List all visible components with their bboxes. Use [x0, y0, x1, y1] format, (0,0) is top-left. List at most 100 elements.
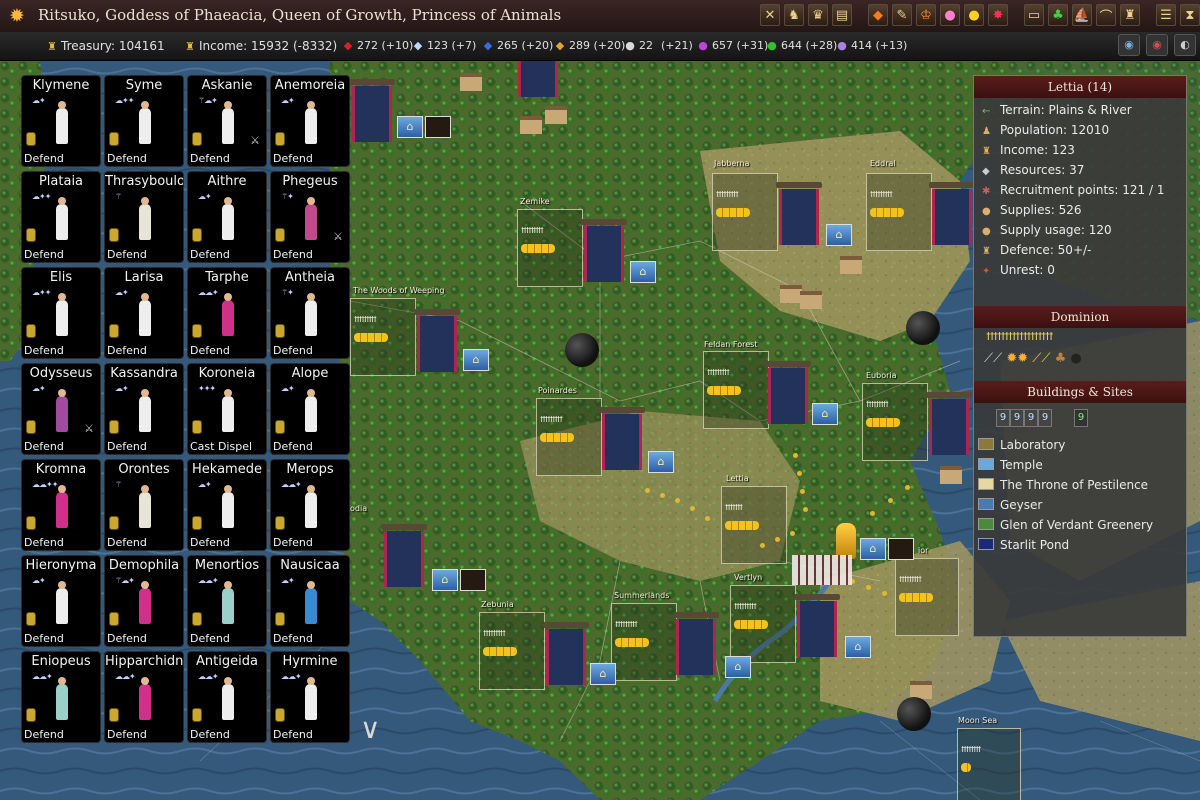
commander-portrait	[56, 677, 68, 720]
commander-card[interactable]: Hyrmine ☁☁✦ Defend	[270, 651, 350, 743]
clover-icon[interactable]: ♣	[1048, 4, 1068, 26]
commander-card[interactable]: Thrasyboulo ⚚ Defend	[104, 171, 184, 263]
commander-card[interactable]: Anemoreia ☁✦ Defend	[270, 75, 350, 167]
fort-banner[interactable]	[414, 309, 460, 372]
army-zebunia[interactable]: ꝉꝉꝉꝉꝉꝉꝉꝉꝉ	[479, 612, 545, 690]
defence-stat: ♜ Defence: 50+/-	[982, 243, 1092, 257]
fort-banner[interactable]	[929, 182, 975, 245]
army-feldan[interactable]: ꝉꝉꝉꝉꝉꝉꝉꝉꝉ	[703, 351, 769, 429]
quill-icon[interactable]: ✎	[892, 4, 912, 26]
army-icon[interactable]: ♞	[784, 4, 804, 26]
army-ior[interactable]: ꝉꝉꝉꝉꝉꝉꝉꝉꝉ	[895, 558, 959, 636]
sun-icon[interactable]: ●	[964, 4, 984, 26]
resources-stat: ◆ Resources: 37	[982, 163, 1085, 177]
hourglass-icon[interactable]: ⧗	[1180, 4, 1200, 26]
commander-card[interactable]: Elis ☁✦✦ Defend	[21, 267, 101, 359]
temple-icon: ⌂	[397, 116, 423, 138]
dark-orb-icon	[897, 697, 931, 731]
army-eddral[interactable]: ꝉꝉꝉꝉꝉꝉꝉꝉꝉ	[866, 173, 932, 251]
scroll-down-chevron-icon[interactable]: ∨	[360, 712, 381, 745]
site-row[interactable]: Glen of Verdant Greenery	[978, 518, 1153, 532]
pretender-sun-icon[interactable]: ✹	[7, 6, 27, 26]
commander-card[interactable]: Kromna ☁☁✦✦ Defend	[21, 459, 101, 551]
boat-icon[interactable]: ⌒	[1096, 4, 1116, 26]
magic-view-icon[interactable]: ◐	[1174, 34, 1196, 56]
commander-card[interactable]: Odysseus ☁✦ Defend ⚔	[21, 363, 101, 455]
army-moon-sea[interactable]: ꝉꝉꝉꝉꝉꝉꝉꝉ	[957, 728, 1021, 800]
site-row[interactable]: Starlit Pond	[978, 538, 1069, 552]
army-woods[interactable]: ꝉꝉꝉꝉꝉꝉꝉꝉꝉ	[350, 298, 416, 376]
move-path-dot	[690, 506, 695, 511]
commander-card[interactable]: Hieronyma ☁✦ Defend	[21, 555, 101, 647]
commander-card[interactable]: Klymene ☁✦ Defend	[21, 75, 101, 167]
treasure-icon[interactable]: ▭	[1024, 4, 1044, 26]
commander-card[interactable]: Larisa ☁✦ Defend	[104, 267, 184, 359]
scroll-icon[interactable]: ▤	[832, 4, 852, 26]
site-thumbnail-icon	[978, 458, 994, 470]
fort-banner[interactable]	[794, 594, 840, 657]
gold-shield-icon	[275, 324, 285, 338]
army-stack-icon[interactable]	[792, 555, 852, 585]
ship-icon[interactable]: ⛵	[1072, 4, 1092, 26]
commander-card[interactable]: Kassandra ☁✦ Defend	[104, 363, 184, 455]
site-row[interactable]: Laboratory	[978, 438, 1065, 452]
commander-card[interactable]: Alope ☁✦ Defend	[270, 363, 350, 455]
fort-banner[interactable]	[518, 61, 558, 97]
army-zemike[interactable]: ꝉꝉꝉꝉꝉꝉꝉꝉꝉ	[517, 209, 583, 287]
fort-banner[interactable]	[381, 524, 427, 587]
commander-card[interactable]: Orontes ⚚ Defend	[104, 459, 184, 551]
fort-banner[interactable]	[673, 612, 719, 675]
fire-icon[interactable]: ◆	[868, 4, 888, 26]
commander-card[interactable]: Phegeus ⚚✦ Defend ⚔	[270, 171, 350, 263]
commander-card[interactable]: Antigeida ☁☁✦ Defend	[187, 651, 267, 743]
lab-icon	[888, 538, 914, 560]
fort-banner[interactable]	[776, 182, 822, 245]
red-star-icon[interactable]: ✸	[988, 4, 1008, 26]
commander-card[interactable]: Eniopeus ☁☁✦ Defend	[21, 651, 101, 743]
commander-orders: Defend	[190, 632, 230, 645]
army-summerlands[interactable]: ꝉꝉꝉꝉꝉꝉꝉꝉꝉ	[611, 603, 677, 681]
globe-view-icon[interactable]: ◉	[1118, 34, 1140, 56]
fort-banner[interactable]	[581, 219, 627, 282]
army-jabberna[interactable]: ꝉꝉꝉꝉꝉꝉꝉꝉꝉ	[712, 173, 778, 251]
messages-icon[interactable]: ☰	[1156, 4, 1176, 26]
army-euboria[interactable]: ꝉꝉꝉꝉꝉꝉꝉꝉꝉ	[862, 383, 928, 461]
pretender-god-icon[interactable]	[836, 523, 856, 559]
commander-card[interactable]: Askanie ⚚☁✦ Defend ⚔	[187, 75, 267, 167]
crown-army-icon[interactable]: ♛	[808, 4, 828, 26]
commander-card[interactable]: Merops ☁☁✦ Defend	[270, 459, 350, 551]
fort-banner[interactable]	[543, 622, 589, 685]
fort-banner[interactable]	[926, 392, 972, 455]
commander-card[interactable]: Syme ☁✦✦ Defend	[104, 75, 184, 167]
army-lettia[interactable]: ꝉꝉꝉꝉꝉꝉꝉ	[721, 486, 787, 564]
royal-crown-icon[interactable]: ♔	[916, 4, 936, 26]
fort-banner[interactable]	[349, 79, 395, 142]
gold-shield-icon	[192, 324, 202, 338]
commander-card[interactable]: Antheia ⚚✦ Defend	[270, 267, 350, 359]
fort-banner[interactable]	[765, 361, 811, 424]
commander-card[interactable]: Demophila ⚚☁✦ Defend	[104, 555, 184, 647]
close-x-icon[interactable]: ✕	[760, 4, 780, 26]
dominion-view-icon[interactable]: ◉	[1146, 34, 1168, 56]
recruitment-stat: ✱ Recruitment points: 121 / 1	[982, 183, 1165, 197]
commander-card[interactable]: Plataia ☁✦✦ Defend	[21, 171, 101, 263]
commander-card[interactable]: Hekamede ☁✦ Defend	[187, 459, 267, 551]
commander-card[interactable]: Tarphe ☁☁✦ Defend	[187, 267, 267, 359]
site-row[interactable]: Geyser	[978, 498, 1042, 512]
mushroom-icon[interactable]: ●	[940, 4, 960, 26]
commander-card[interactable]: Nausicaa ☁✦ Defend	[270, 555, 350, 647]
temple-icon: ⌂	[432, 569, 458, 591]
commander-name: Tarphe	[205, 270, 249, 285]
army-poinardes[interactable]: ꝉꝉꝉꝉꝉꝉꝉꝉꝉ	[536, 398, 602, 476]
site-row[interactable]: Temple	[978, 458, 1043, 472]
fort-banner[interactable]	[599, 407, 645, 470]
commander-card[interactable]: Hipparchidn ☁☁✦ Defend	[104, 651, 184, 743]
commander-card[interactable]: Aithre ☁✦ Defend	[187, 171, 267, 263]
commander-name: Alope	[291, 366, 329, 381]
commander-orders: Defend	[107, 248, 147, 261]
commander-card[interactable]: Menortios ☁☁✦ Defend	[187, 555, 267, 647]
commander-card[interactable]: Koroneia ✦✦✦ Cast Dispel	[187, 363, 267, 455]
army-vertlyn[interactable]: ꝉꝉꝉꝉꝉꝉꝉꝉꝉ	[730, 585, 796, 663]
site-row[interactable]: The Throne of Pestilence	[978, 478, 1148, 492]
statue-icon[interactable]: ♜	[1120, 4, 1140, 26]
